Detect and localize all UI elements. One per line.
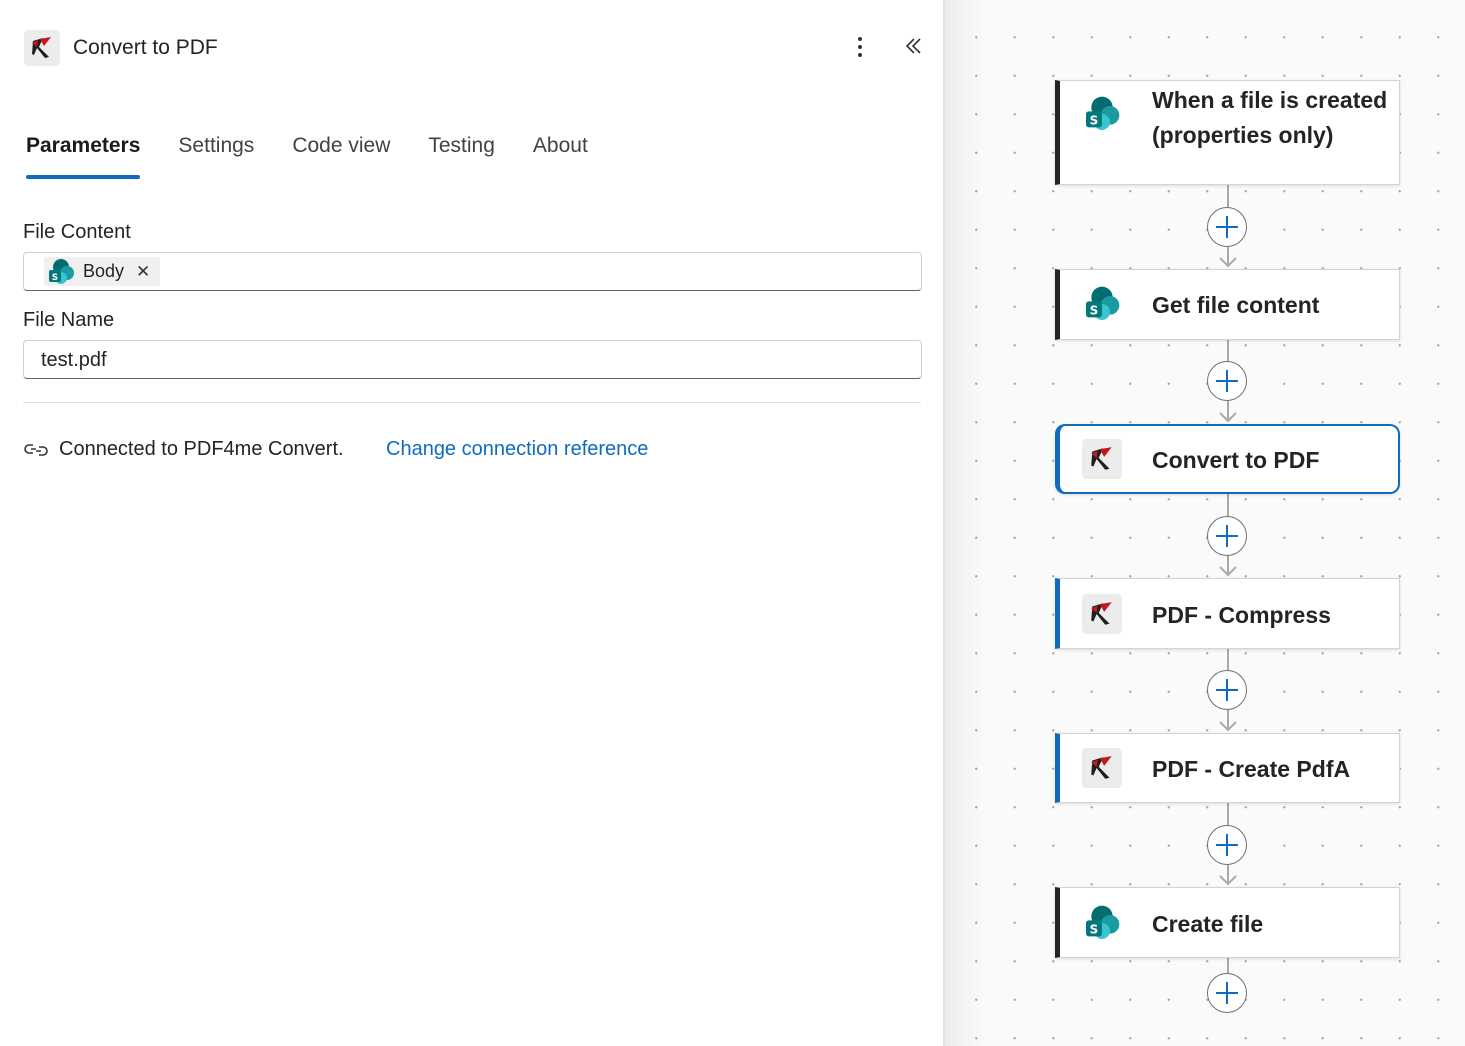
svg-text:S: S [52,273,58,283]
step-label: Convert to PDF [1152,447,1320,473]
step-label: Create file [1152,911,1264,937]
token-label: Body [83,261,125,281]
panel-title: Convert to PDF [73,36,218,59]
add-step-button[interactable] [1207,973,1247,1013]
pdf4me-icon [1082,439,1122,479]
action-details-panel: Convert to PDF Parameters Settings Code … [0,0,944,1046]
step-label: Get file content [1152,292,1320,318]
tab-about[interactable]: About [533,134,588,180]
arrow-down-icon [1219,875,1237,886]
collapse-panel-button[interactable] [898,30,930,62]
divider [23,402,921,403]
arrow-down-icon [1219,257,1237,268]
tab-settings[interactable]: Settings [178,134,254,180]
panel-tabs: Parameters Settings Code view Testing Ab… [26,134,626,184]
chevron-double-left-icon [905,38,921,54]
sharepoint-icon: S [49,258,74,284]
sharepoint-icon: S [1082,284,1122,324]
pdf4me-icon [1082,594,1122,634]
flow-step-trigger[interactable]: S When a file is created (properties onl… [1055,80,1400,185]
step-label: PDF - Compress [1152,602,1331,628]
connector-line [1227,958,1229,974]
more-vertical-icon [858,37,862,41]
insert-step-button[interactable] [1207,361,1247,401]
flow-step-pdf-create-pdfa[interactable]: PDF - Create PdfA [1055,733,1400,803]
file-content-input[interactable]: S Body ✕ [23,252,922,291]
tab-code-view[interactable]: Code view [292,134,390,180]
more-options-button[interactable] [848,32,872,62]
sharepoint-icon: S [1082,903,1122,943]
tab-parameters[interactable]: Parameters [26,134,141,180]
arrow-down-icon [1219,412,1237,423]
flow-step-pdf-compress[interactable]: PDF - Compress [1055,578,1400,649]
link-icon [24,444,48,456]
connection-status: Connected to PDF4me Convert. [59,438,344,460]
svg-text:S: S [1090,114,1099,128]
step-label: When a file is created (properties only) [1152,87,1388,148]
file-name-input[interactable]: test.pdf [23,340,922,379]
arrow-down-icon [1219,721,1237,732]
tab-testing[interactable]: Testing [428,134,495,180]
flow-step-get-file-content[interactable]: S Get file content [1055,269,1400,340]
flow-step-convert-to-pdf[interactable]: Convert to PDF [1055,424,1400,494]
change-connection-link[interactable]: Change connection reference [386,438,648,461]
insert-step-button[interactable] [1207,825,1247,865]
svg-text:S: S [1090,923,1099,937]
insert-step-button[interactable] [1207,207,1247,247]
close-icon[interactable]: ✕ [136,263,150,280]
arrow-down-icon [1219,566,1237,577]
pdf4me-icon [24,30,60,66]
sharepoint-icon: S [1082,94,1122,134]
step-label: PDF - Create PdfA [1152,756,1351,782]
file-name-label: File Name [23,309,115,331]
flow-step-create-file[interactable]: S Create file [1055,887,1400,958]
file-name-value: test.pdf [41,349,107,371]
insert-step-button[interactable] [1207,516,1247,556]
body-token[interactable]: S Body ✕ [44,257,161,286]
insert-step-button[interactable] [1207,670,1247,710]
file-content-label: File Content [23,221,131,243]
pdf4me-icon [1082,748,1122,788]
svg-text:S: S [1090,304,1099,318]
